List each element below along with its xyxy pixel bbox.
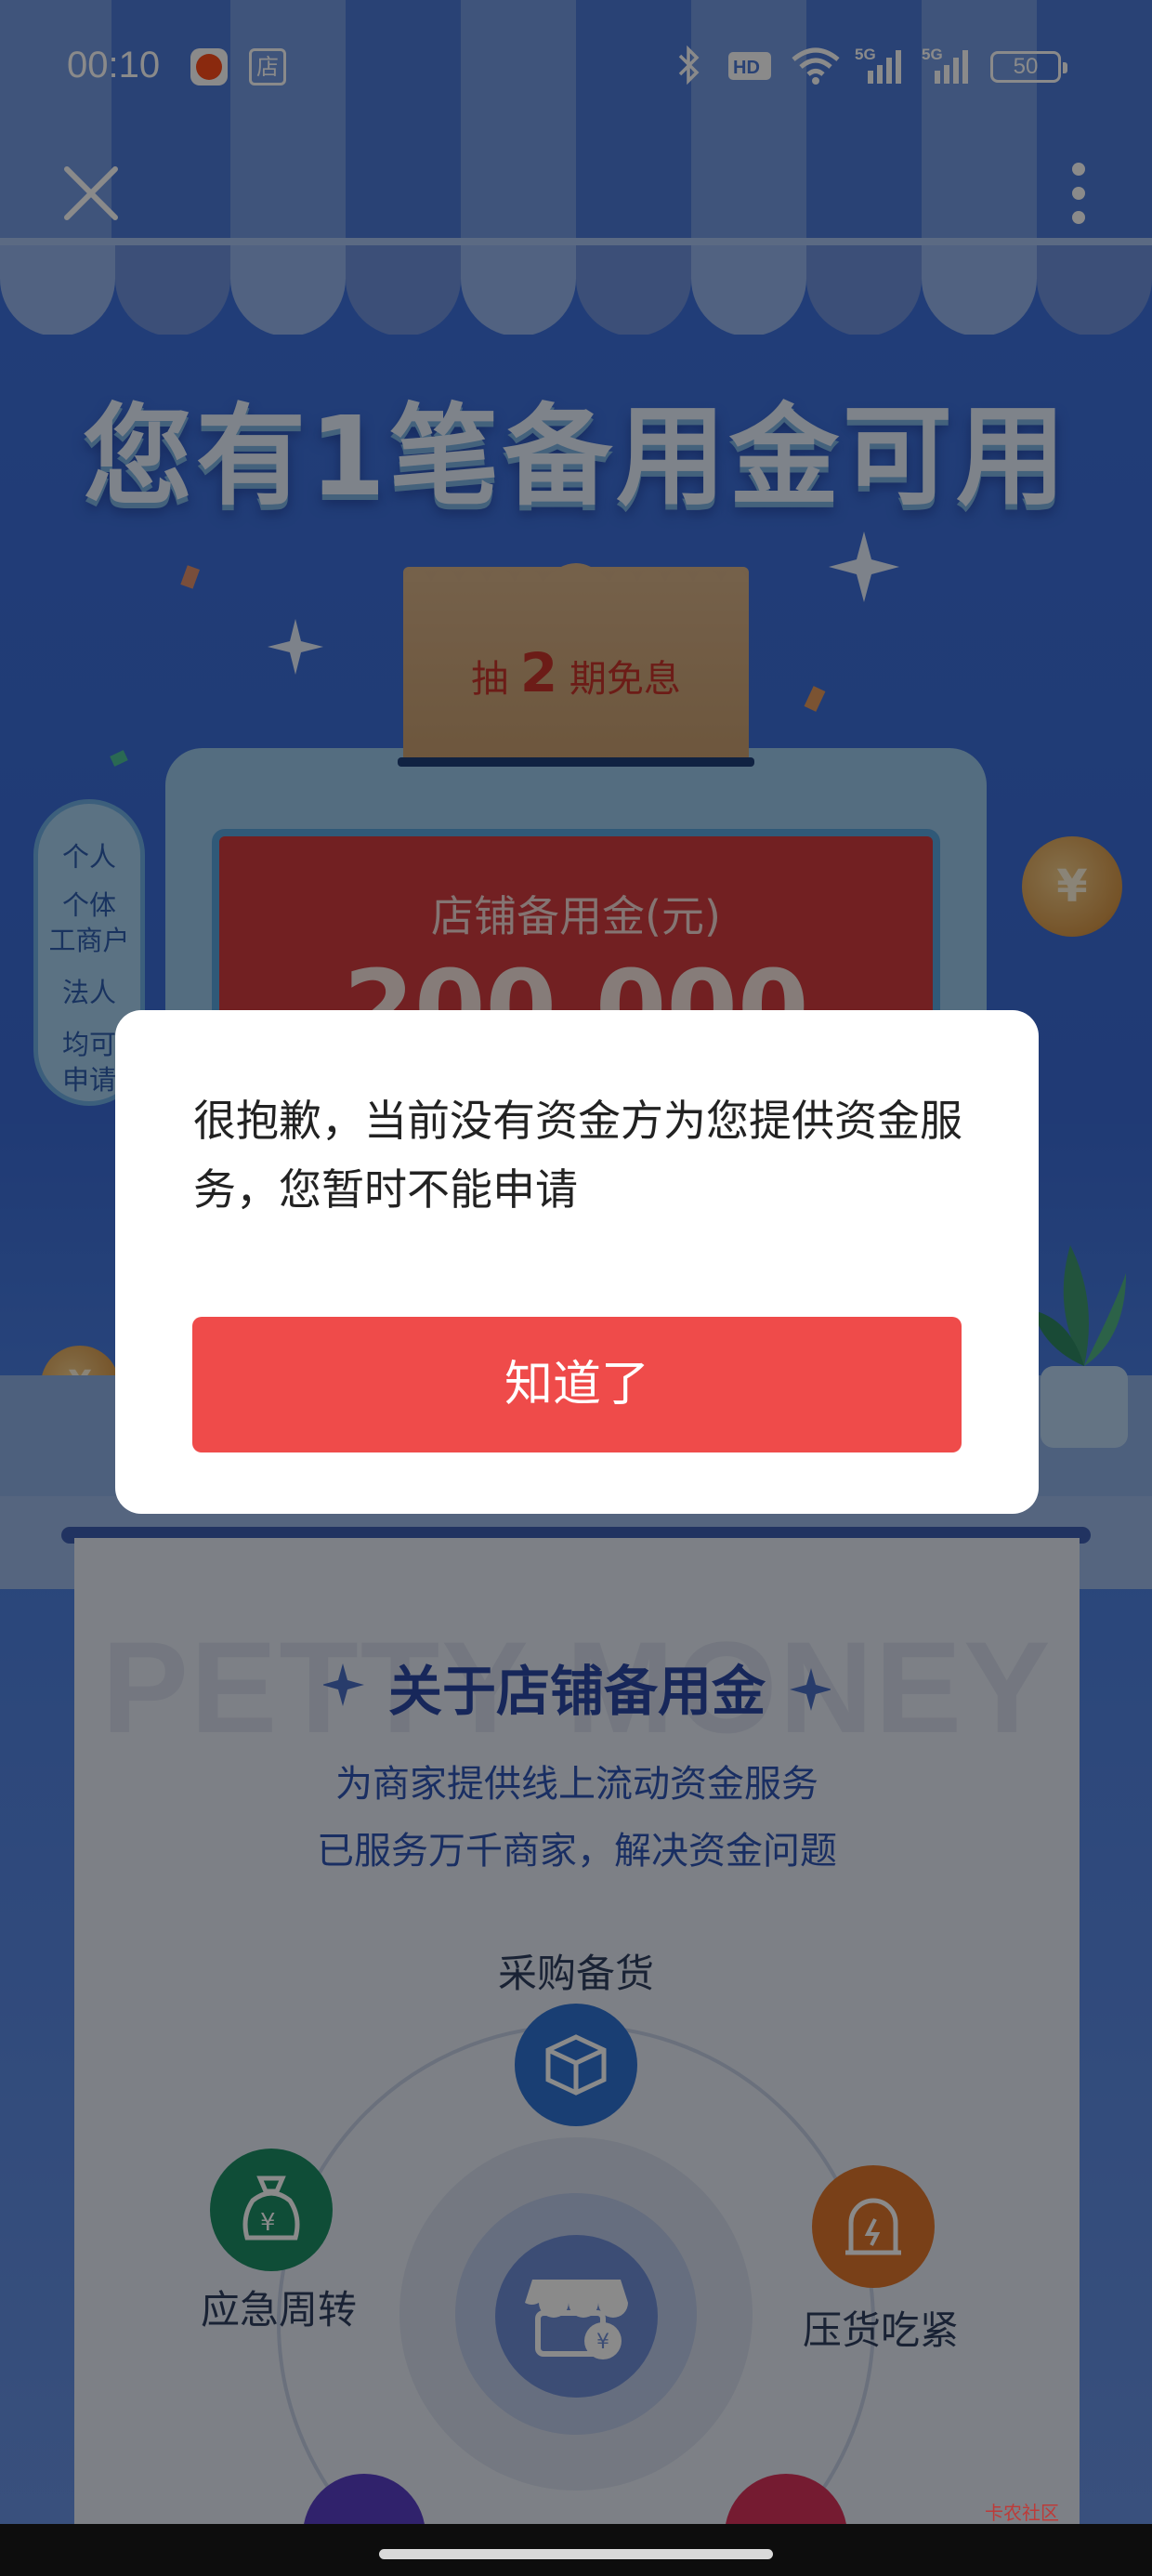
dialog-message: 很抱歉，当前没有资金方为您提供资金服务，您暂时不能申请	[193, 1096, 962, 1215]
notice-dialog: 很抱歉，当前没有资金方为您提供资金服务，您暂时不能申请 知道了	[115, 1010, 1039, 1514]
acknowledge-button[interactable]: 知道了	[192, 1317, 962, 1452]
page-root: 00:10 店 HD 5G 5G 50 您有1笔备用金可用 抽 2 期免息 店铺…	[0, 0, 1152, 2576]
home-gesture-handle[interactable]	[379, 2549, 773, 2559]
site-watermark: 卡农社区	[985, 2502, 1059, 2524]
